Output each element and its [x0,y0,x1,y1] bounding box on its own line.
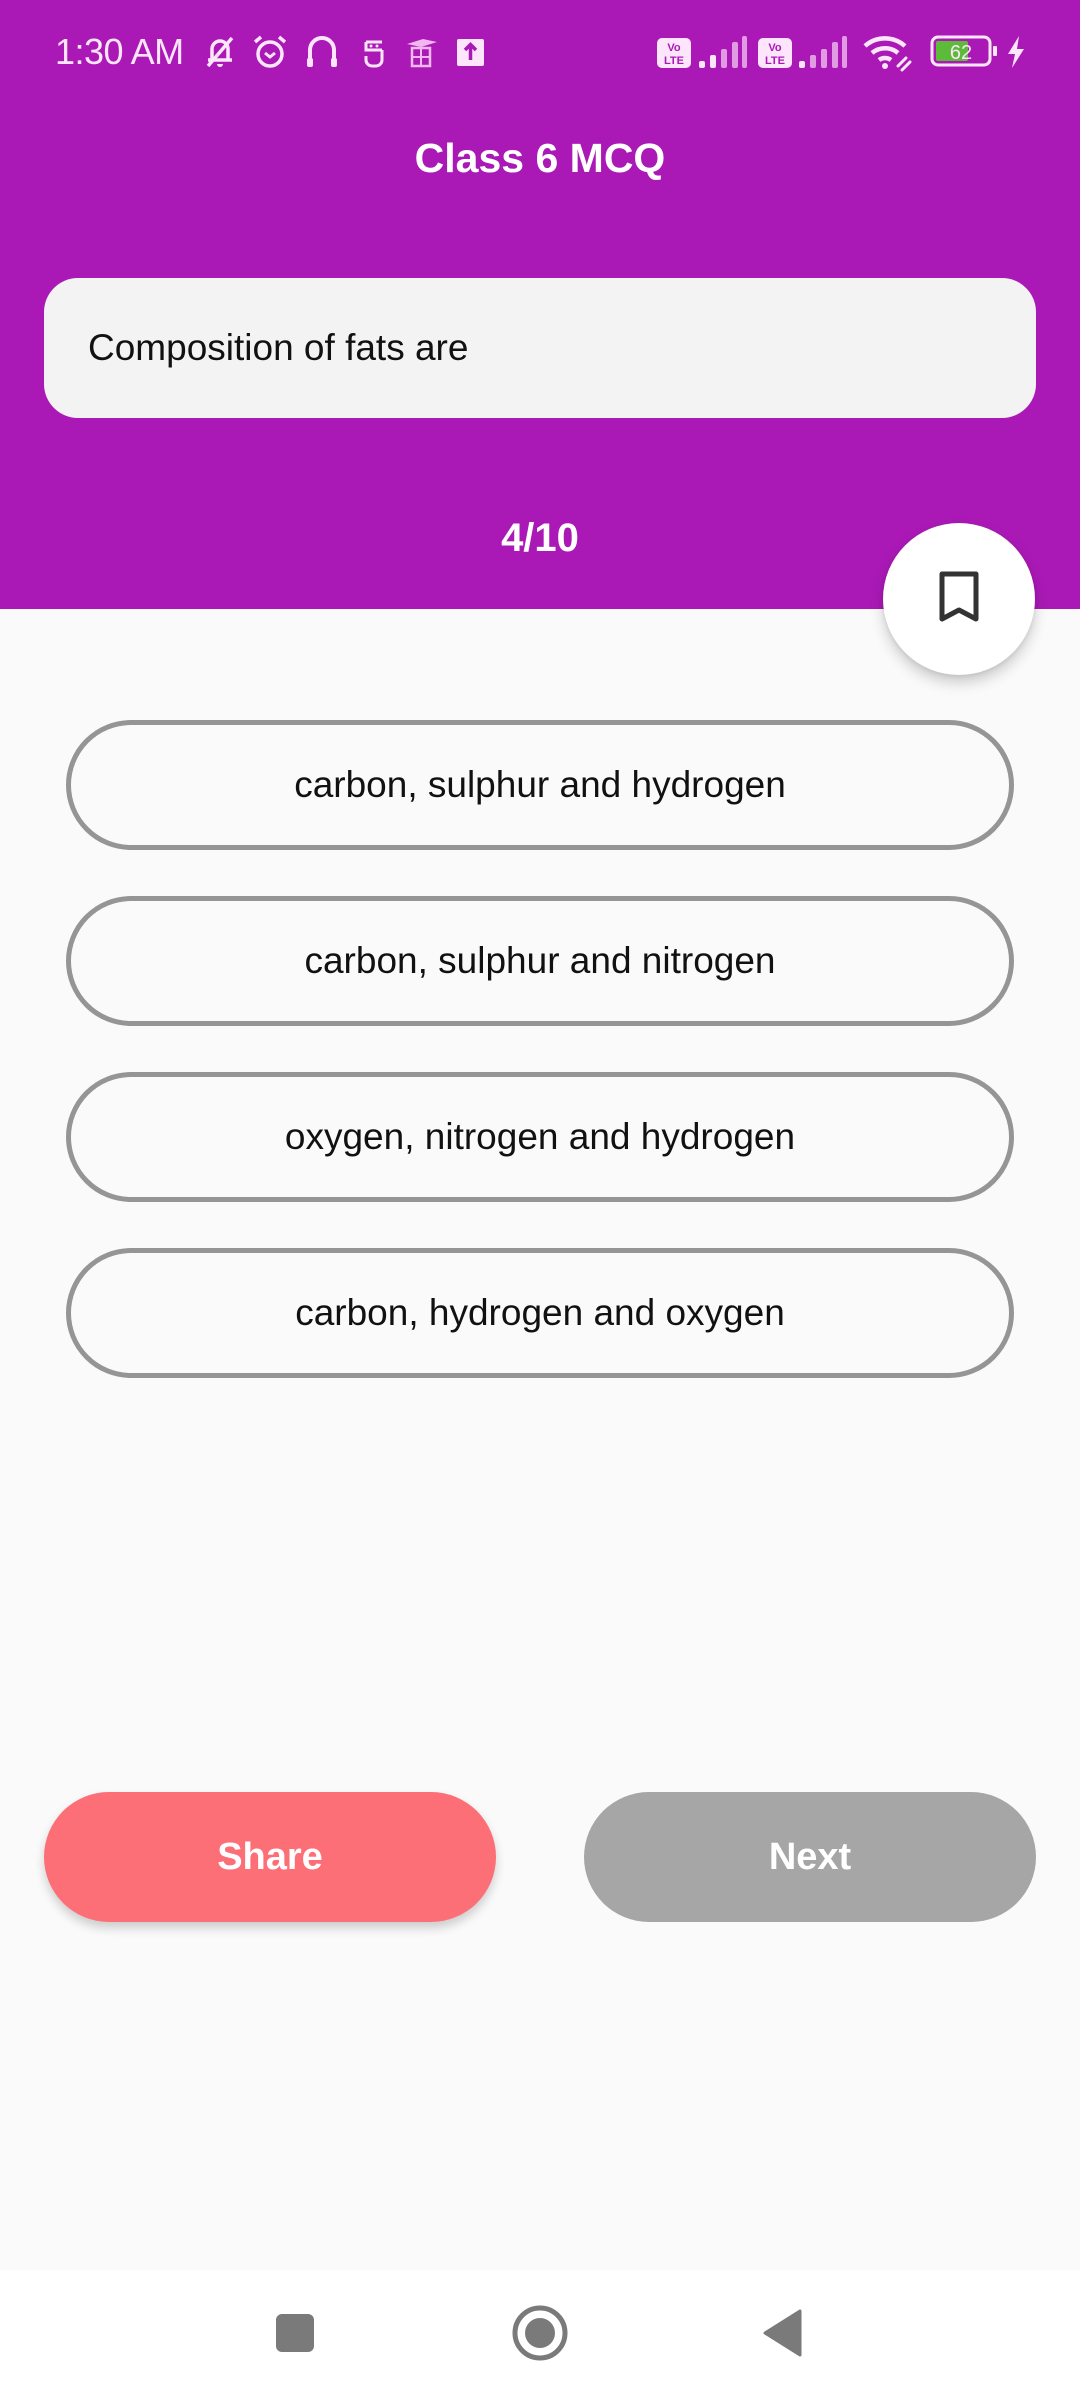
question-text: Composition of fats are [88,327,469,368]
svg-text:LTE: LTE [664,55,684,67]
battery-level: 62 [950,42,972,64]
bookmark-button[interactable] [883,523,1035,675]
notifications-muted-icon [200,32,240,72]
svg-text:LTE: LTE [765,55,785,67]
signal-icon [797,32,847,72]
answer-option-1[interactable]: carbon, sulphur and hydrogen [66,720,1014,850]
wifi-icon [862,32,914,72]
answer-option-label: carbon, hydrogen and oxygen [295,1292,785,1333]
answer-option-2[interactable]: carbon, sulphur and nitrogen [66,896,1014,1026]
recents-button[interactable] [260,2300,330,2370]
battery-icon: 62 [930,32,1000,72]
answer-option-label: carbon, sulphur and hydrogen [294,764,786,805]
alarm-icon [250,32,290,72]
answer-option-3[interactable]: oxygen, nitrogen and hydrogen [66,1072,1014,1202]
status-time: 1:30 AM [55,31,184,72]
headphones-icon [302,32,342,72]
next-button[interactable]: Next [584,1792,1036,1922]
signal-icon [697,32,747,72]
home-icon [512,2305,568,2366]
answer-option-label: carbon, sulphur and nitrogen [304,940,776,981]
navigation-bar [0,2270,1080,2400]
answer-options: carbon, sulphur and hydrogen carbon, sul… [66,720,1014,1424]
charging-icon [1004,32,1028,72]
home-button[interactable] [505,2300,575,2370]
app-notification-icon [358,32,390,72]
svg-text:Vo: Vo [768,42,782,54]
volte-icon: Vo LTE [757,32,793,72]
volte-icon: Vo LTE [656,32,692,72]
question-card: Composition of fats are [44,278,1036,418]
bookmark-outline-icon [937,570,981,629]
recents-icon [274,2312,316,2359]
education-app-icon [403,32,439,72]
svg-text:Vo: Vo [667,42,681,54]
back-icon [762,2308,804,2363]
answer-option-label: oxygen, nitrogen and hydrogen [284,1116,796,1157]
answer-option-4[interactable]: carbon, hydrogen and oxygen [66,1248,1014,1378]
upload-icon [456,32,486,72]
share-button[interactable]: Share [44,1792,496,1922]
page-title: Class 6 MCQ [414,135,666,181]
status-bar: 1:30 AM Vo LTE Vo LTE 62 [0,0,1080,105]
back-button[interactable] [748,2300,818,2370]
